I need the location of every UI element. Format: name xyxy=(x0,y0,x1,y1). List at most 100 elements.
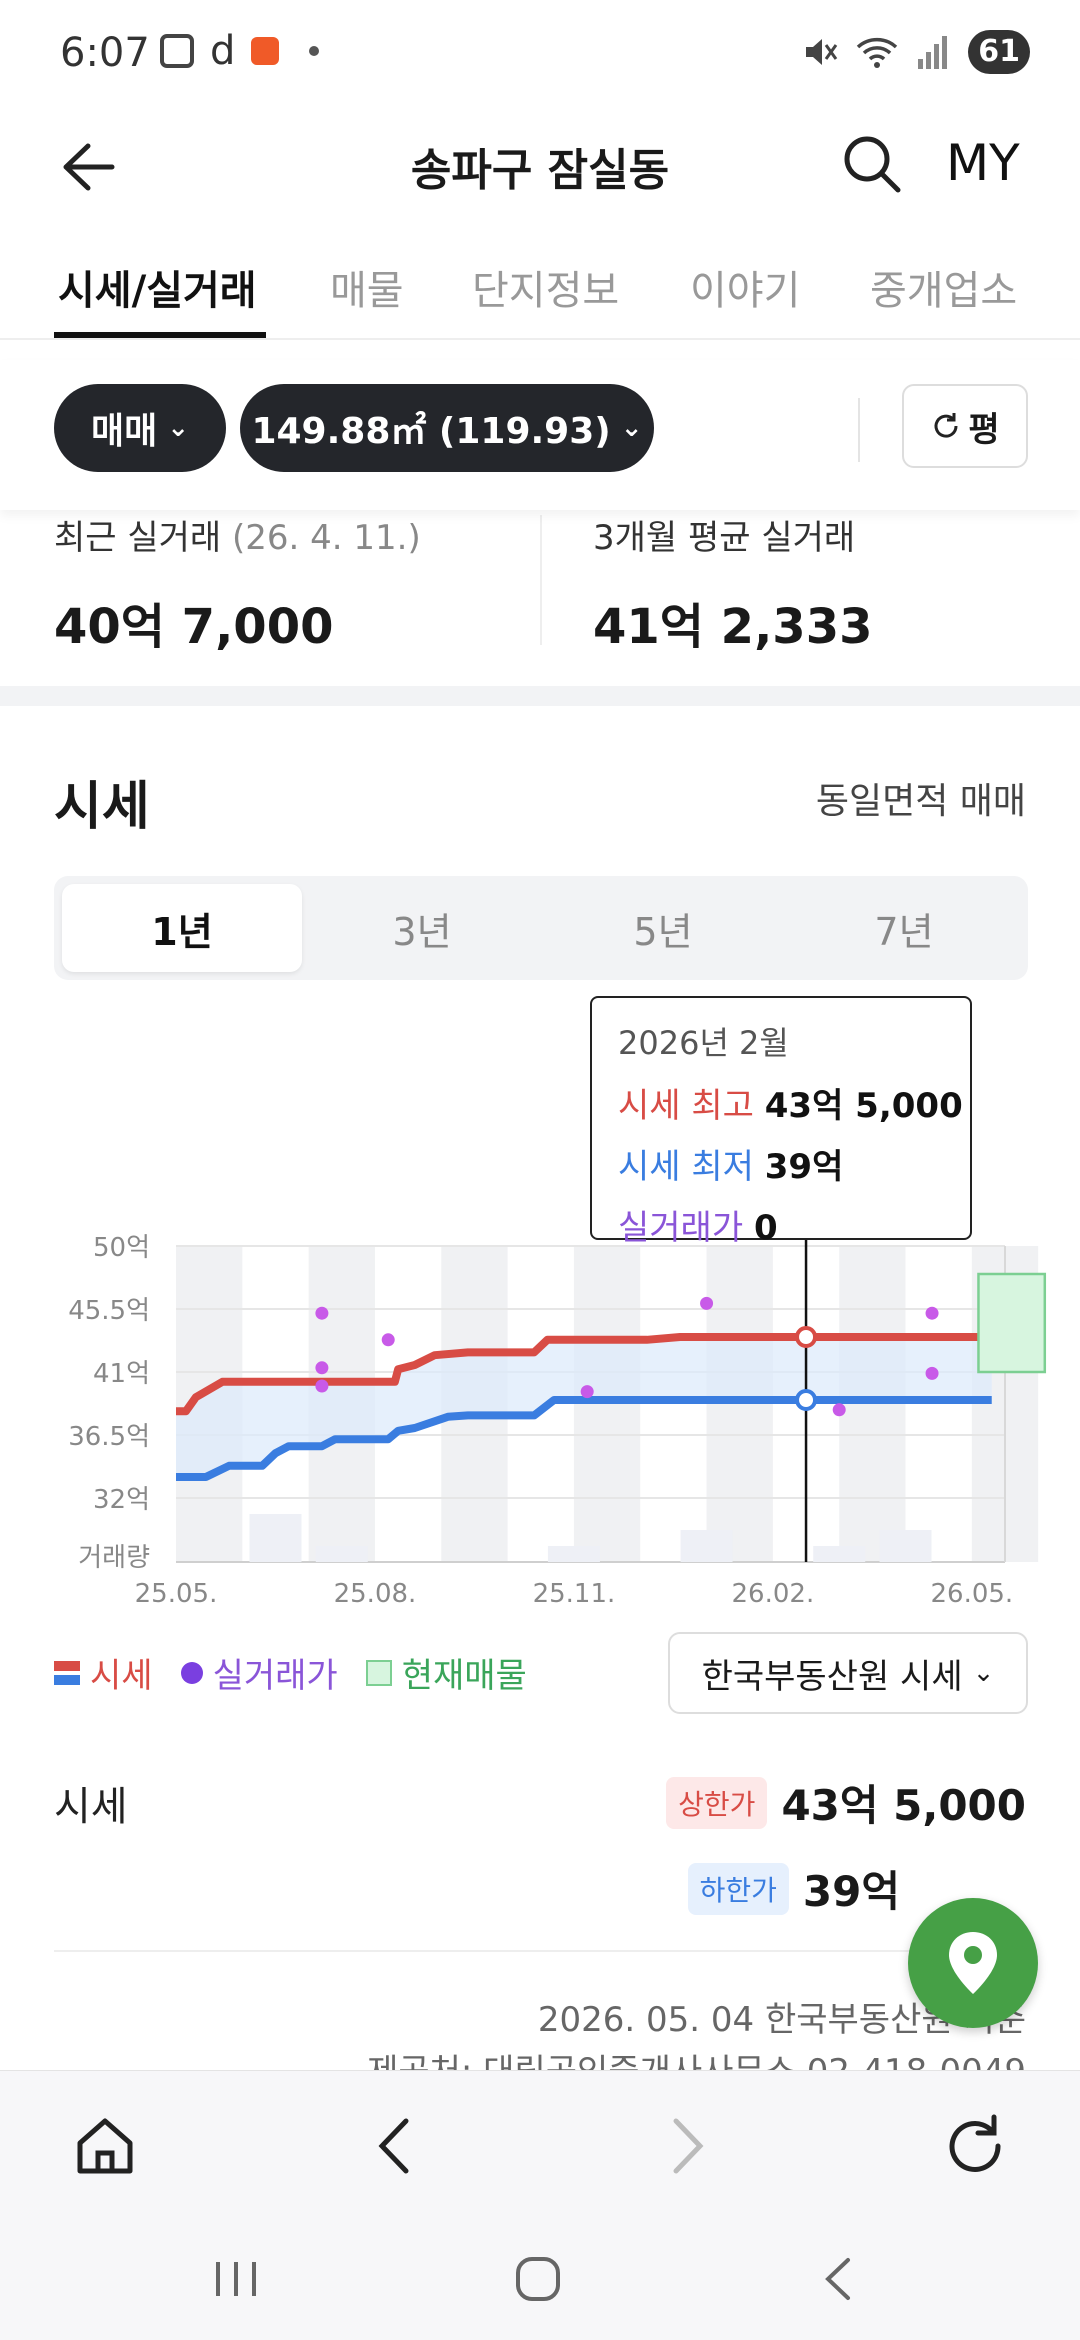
same-area-link[interactable]: 동일면적 매매 xyxy=(816,772,1026,824)
trade-type-dropdown[interactable]: 매매 ⌄ xyxy=(54,384,226,472)
back-nav-icon[interactable] xyxy=(810,2254,870,2304)
tooltip-min-label: 시세 최저 xyxy=(618,1147,754,1187)
volume-axis-label: 거래량 xyxy=(78,1543,150,1573)
price-range-label: 시세 xyxy=(54,1784,128,1830)
legend-price-label: 시세 xyxy=(90,1656,153,1696)
chart-legend: 시세 실거래가 현재매물 xyxy=(54,1648,527,1697)
chevron-down-icon: ⌄ xyxy=(620,413,643,443)
tab-agencies[interactable]: 중개업소 xyxy=(870,258,1017,316)
x-tick-label: 25.08. xyxy=(334,1579,417,1609)
selected-max-marker xyxy=(795,1326,818,1348)
content-divider xyxy=(54,1950,1028,1952)
selected-min-marker xyxy=(795,1389,818,1411)
y-tick-label: 45.5억 xyxy=(68,1296,150,1326)
home-nav-icon[interactable] xyxy=(508,2254,568,2304)
period-3y-button[interactable]: 3년 xyxy=(302,884,542,972)
upper-price-badge: 상한가 xyxy=(666,1776,768,1829)
legend-listing-label: 현재매물 xyxy=(401,1656,527,1696)
volume-bar xyxy=(680,1530,733,1562)
chevron-down-icon: ⌄ xyxy=(972,1658,995,1688)
legend-listing: 현재매물 xyxy=(365,1648,527,1697)
status-time: 6:07 xyxy=(60,30,150,76)
recent-trade-summary: 최근 실거래 (26. 4. 11.) 40억 7,000 xyxy=(54,510,421,680)
trade-point xyxy=(832,1403,846,1417)
period-5y-button[interactable]: 5년 xyxy=(543,884,783,972)
my-button[interactable]: MY xyxy=(946,134,1020,192)
trade-point xyxy=(315,1379,329,1393)
d-app-icon: d xyxy=(210,28,236,74)
x-tick-label: 25.05. xyxy=(135,1579,218,1609)
home-icon[interactable] xyxy=(70,2111,140,2181)
tab-complex-info[interactable]: 단지정보 xyxy=(472,258,619,316)
section-separator xyxy=(0,686,1080,706)
trade-dot-swatch-icon xyxy=(180,1661,203,1684)
y-tick-label: 41억 xyxy=(93,1359,150,1389)
recent-trade-label: 최근 실거래 (26. 4. 11.) xyxy=(54,510,421,559)
volume-bar xyxy=(315,1546,368,1562)
lower-price-row: 하한가 39억 xyxy=(687,1858,900,1919)
reload-icon[interactable] xyxy=(940,2111,1010,2181)
battery-indicator: 61 xyxy=(968,30,1030,74)
tab-listings[interactable]: 매물 xyxy=(330,258,404,316)
browser-back-icon[interactable] xyxy=(362,2111,432,2181)
y-tick-label: 50억 xyxy=(93,1233,150,1263)
y-tick-label: 32억 xyxy=(93,1485,150,1515)
trade-point xyxy=(700,1296,714,1310)
recent-trade-date: (26. 4. 11.) xyxy=(232,518,421,558)
trade-point xyxy=(580,1385,594,1399)
period-selector: 1년 3년 5년 7년 xyxy=(54,876,1028,980)
chevron-down-icon: ⌄ xyxy=(167,413,190,443)
period-7y-button[interactable]: 7년 xyxy=(784,884,1024,972)
trade-point xyxy=(315,1306,329,1320)
back-arrow-icon[interactable] xyxy=(52,132,122,202)
legend-trade: 실거래가 xyxy=(180,1648,338,1697)
tooltip-trade-row: 실거래가 0 xyxy=(618,1200,944,1249)
listing-box-swatch-icon xyxy=(365,1659,392,1686)
price-source-dropdown[interactable]: 한국부동산원 시세 ⌄ xyxy=(668,1632,1028,1714)
filter-divider xyxy=(858,398,860,462)
map-location-button[interactable] xyxy=(908,1898,1038,2028)
tab-price-trade[interactable]: 시세/실거래 xyxy=(58,258,257,316)
volume-bar xyxy=(249,1514,302,1562)
refresh-icon xyxy=(934,413,958,438)
trade-type-label: 매매 xyxy=(90,411,158,452)
tooltip-date: 2026년 2월 xyxy=(618,1024,789,1062)
three-month-average-summary: 3개월 평균 실거래 41억 2,333 xyxy=(593,510,873,680)
current-listing-range xyxy=(977,1272,1047,1374)
price-line-swatch-icon xyxy=(54,1660,80,1685)
search-icon[interactable] xyxy=(840,132,904,196)
active-tab-indicator xyxy=(54,332,266,338)
system-status-icons: 61 xyxy=(800,30,1030,74)
trade-point xyxy=(925,1306,939,1320)
app-header: 송파구 잠실동 MY xyxy=(0,110,1080,220)
unit-toggle-button[interactable]: 평 xyxy=(902,384,1028,468)
recent-apps-icon[interactable] xyxy=(206,2254,266,2304)
legend-trade-label: 실거래가 xyxy=(212,1656,338,1696)
volume-bar xyxy=(813,1546,866,1562)
app-notification-icon xyxy=(251,37,280,65)
browser-forward-icon[interactable] xyxy=(650,2111,720,2181)
page-title: 송파구 잠실동 xyxy=(410,145,670,196)
price-source-label: 한국부동산원 시세 xyxy=(701,1656,963,1697)
tooltip-trade-value: 0 xyxy=(753,1208,778,1248)
tab-stories[interactable]: 이야기 xyxy=(690,258,800,316)
tooltip-min-row: 시세 최저 39억 xyxy=(618,1139,944,1188)
period-1y-button[interactable]: 1년 xyxy=(62,884,302,972)
upper-price-value: 43억 5,000 xyxy=(781,1781,1026,1830)
x-tick-label: 25.11. xyxy=(533,1579,616,1609)
chart-tooltip: 2026년 2월 시세 최고 43억 5,000 시세 최저 39억 실거래가 … xyxy=(590,996,972,1248)
filter-row: 매매 ⌄ 149.88㎡ (119.93) ⌄ 평 xyxy=(0,360,1080,510)
main-tabs: 시세/실거래 매물 단지정보 이야기 중개업소 xyxy=(0,240,1080,340)
tooltip-max-value: 43억 5,000 xyxy=(764,1086,963,1126)
summary-divider xyxy=(540,515,542,645)
mute-icon xyxy=(806,39,838,65)
area-label: 149.88㎡ (119.93) xyxy=(251,411,611,452)
trade-point xyxy=(381,1333,395,1347)
y-tick-label: 36.5억 xyxy=(68,1422,150,1452)
legend-price: 시세 xyxy=(54,1648,153,1697)
recent-trade-value: 40억 7,000 xyxy=(54,599,334,655)
recent-trade-title: 최근 실거래 xyxy=(54,518,222,558)
area-dropdown[interactable]: 149.88㎡ (119.93) ⌄ xyxy=(240,384,654,472)
section-title-price: 시세 xyxy=(54,777,150,837)
tooltip-max-row: 시세 최고 43억 5,000 xyxy=(618,1078,963,1127)
